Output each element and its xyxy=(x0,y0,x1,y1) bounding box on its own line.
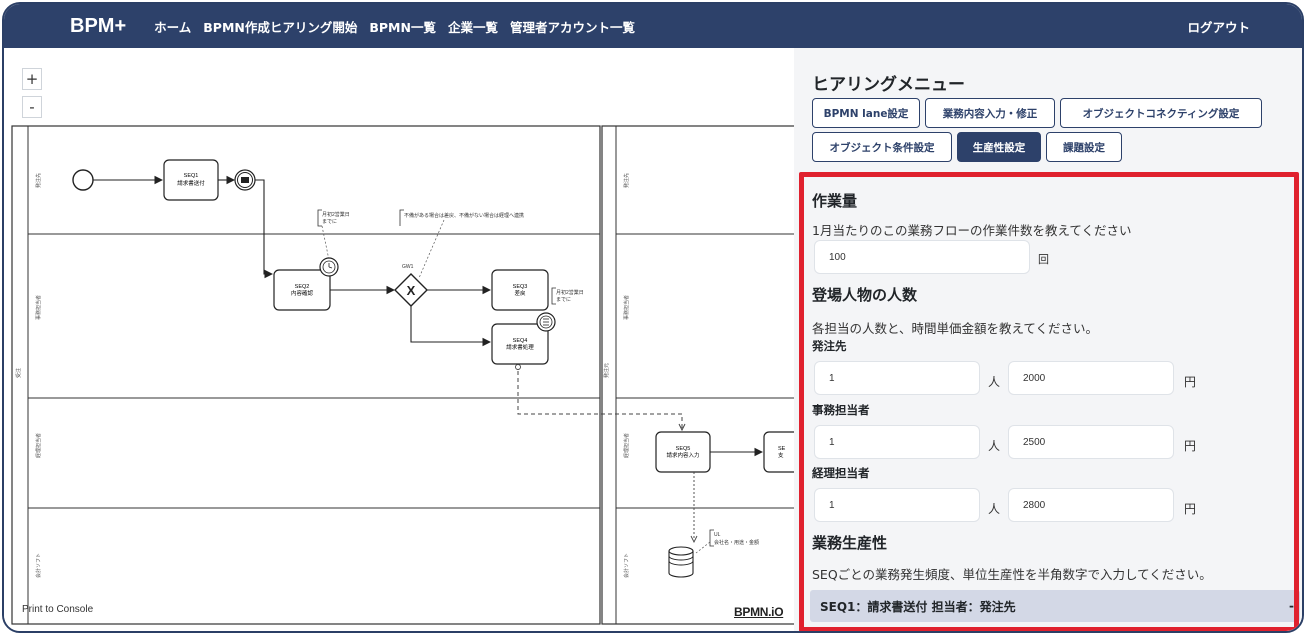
svg-text:月初2営業日: 月初2営業日 xyxy=(322,211,350,218)
collapse-icon[interactable]: - xyxy=(1289,599,1294,613)
svg-text:SEQ5: SEQ5 xyxy=(676,446,691,452)
svg-text:GW1: GW1 xyxy=(402,264,414,270)
productivity-heading: 業務生産性 xyxy=(812,534,888,552)
role-label-office: 事務担当者 xyxy=(812,403,870,417)
svg-text:SE: SE xyxy=(778,446,786,452)
accounting-count-input[interactable]: 1 xyxy=(814,488,980,522)
data-store xyxy=(668,546,694,578)
bpmn-diagram: 受注 発注先 事務担当者 経理担当者 会計ソフト 発注元 発注先 事務担当者 経… xyxy=(11,125,794,625)
bpmn-io-watermark[interactable]: BPMN.iO xyxy=(734,605,784,619)
client-rate-unit: 円 xyxy=(1184,375,1197,389)
lane-label-2: 事務担当者 xyxy=(35,295,42,320)
print-console-link[interactable]: Print to Console xyxy=(22,604,93,615)
task-seq4 xyxy=(491,323,549,365)
btn-object-connecting[interactable]: オブジェクトコネクティング設定 xyxy=(1060,98,1262,128)
lane2-label-4: 会計ソフト xyxy=(623,553,630,578)
app-window: BPM+ ホーム BPMN作成ヒアリング開始 BPMN一覧 企業一覧 管理者アカ… xyxy=(2,2,1304,633)
svg-text:UL: UL xyxy=(714,532,721,538)
pool-left xyxy=(11,125,601,625)
productivity-description: SEQごとの業務発生頻度、単位生産性を半角数字で入力してください。 xyxy=(812,567,1212,582)
nav-home[interactable]: ホーム xyxy=(154,17,191,36)
svg-text:SEQ3: SEQ3 xyxy=(513,284,528,290)
menu-title: ヒアリングメニュー xyxy=(812,75,965,95)
svg-text:SEQ4: SEQ4 xyxy=(513,338,528,344)
task-seq3 xyxy=(491,269,549,311)
nav-bpmn-list[interactable]: BPMN一覧 xyxy=(369,17,436,36)
svg-text:請求書送付: 請求書送付 xyxy=(177,179,205,187)
svg-text:会社名・用途・金額: 会社名・用途・金額 xyxy=(714,539,759,546)
svg-text:内容確認: 内容確認 xyxy=(291,289,314,297)
svg-text:支: 支 xyxy=(778,451,784,459)
task-seq2 xyxy=(273,269,331,311)
svg-text:月初2営業日: 月初2営業日 xyxy=(556,289,584,296)
seq1-title: SEQ1：請求書送付 担当者：発注先 xyxy=(820,599,1016,614)
office-rate-unit: 円 xyxy=(1184,439,1197,453)
role-label-accounting: 経理担当者 xyxy=(812,466,870,480)
pool-right xyxy=(601,125,794,625)
top-navbar: BPM+ ホーム BPMN作成ヒアリング開始 BPMN一覧 企業一覧 管理者アカ… xyxy=(4,4,1302,48)
volume-heading: 作業量 xyxy=(812,192,858,210)
volume-unit: 回 xyxy=(1038,253,1049,266)
lane2-label-1: 発注先 xyxy=(623,173,630,188)
brand-logo[interactable]: BPM+ xyxy=(70,15,126,38)
svg-text:不備がある場合は差戻、不備がない場合は経理へ連携: 不備がある場合は差戻、不備がない場合は経理へ連携 xyxy=(404,212,524,219)
svg-text:X: X xyxy=(407,283,416,298)
btn-issue[interactable]: 課題設定 xyxy=(1046,132,1122,162)
office-rate-input[interactable]: 2500 xyxy=(1008,425,1174,459)
btn-bpmn-lane[interactable]: BPMN lane設定 xyxy=(812,98,920,128)
role-label-client: 発注先 xyxy=(812,339,847,353)
client-count-input[interactable]: 1 xyxy=(814,361,980,395)
volume-input[interactable]: 100 xyxy=(814,240,1030,274)
zoom-out-button[interactable]: - xyxy=(22,96,42,118)
task-seq1 xyxy=(163,159,219,201)
nav-admin-list[interactable]: 管理者アカウント一覧 xyxy=(510,17,635,36)
logout-link[interactable]: ログアウト xyxy=(1187,17,1250,36)
office-count-unit: 人 xyxy=(988,439,1001,453)
svg-text:SEQ2: SEQ2 xyxy=(295,284,310,290)
volume-description: 1月当たりのこの業務フローの作業件数を教えてください xyxy=(812,223,1132,238)
client-rate-input[interactable]: 2000 xyxy=(1008,361,1174,395)
btn-task-input[interactable]: 業務内容入力・修正 xyxy=(925,98,1055,128)
pool-label: 受注 xyxy=(15,368,22,378)
lane-label-1: 発注先 xyxy=(35,173,42,188)
task-seq6 xyxy=(763,431,794,473)
svg-text:までに: までに xyxy=(322,219,337,225)
svg-text:SEQ1: SEQ1 xyxy=(184,173,199,179)
zoom-in-button[interactable]: + xyxy=(22,68,42,90)
hearing-panel: ヒアリングメニュー BPMN lane設定 業務内容入力・修正 オブジェクトコネ… xyxy=(794,48,1302,631)
start-event xyxy=(72,169,94,191)
people-heading: 登場人物の人数 xyxy=(812,286,918,304)
bpmn-canvas[interactable]: 受注 発注先 事務担当者 経理担当者 会計ソフト 発注元 発注先 事務担当者 経… xyxy=(4,48,794,631)
btn-object-condition[interactable]: オブジェクト条件設定 xyxy=(812,132,952,162)
svg-text:請求書処理: 請求書処理 xyxy=(506,343,534,351)
office-count-input[interactable]: 1 xyxy=(814,425,980,459)
accounting-count-unit: 人 xyxy=(988,502,1001,516)
lane2-label-3: 経理担当者 xyxy=(623,433,630,458)
pool2-label: 発注元 xyxy=(603,363,610,378)
svg-text:までに: までに xyxy=(556,297,571,303)
nav-start-hearing[interactable]: BPMN作成ヒアリング開始 xyxy=(203,17,357,36)
nav-company-list[interactable]: 企業一覧 xyxy=(448,17,498,36)
lane-label-3: 経理担当者 xyxy=(35,433,42,458)
lane-label-4: 会計ソフト xyxy=(35,553,42,578)
accounting-rate-unit: 円 xyxy=(1184,502,1197,516)
client-count-unit: 人 xyxy=(988,375,1001,389)
task-seq5 xyxy=(655,431,711,473)
svg-text:請求内容入力: 請求内容入力 xyxy=(666,451,699,459)
btn-productivity[interactable]: 生産性設定 xyxy=(957,132,1041,162)
lane2-label-2: 事務担当者 xyxy=(623,295,630,320)
svg-text:差戻: 差戻 xyxy=(514,289,526,297)
accounting-rate-input[interactable]: 2800 xyxy=(1008,488,1174,522)
seq1-accordion-header[interactable]: SEQ1：請求書送付 担当者：発注先 - xyxy=(810,590,1300,622)
people-description: 各担当の人数と、時間単価金額を教えてください。 xyxy=(812,321,1099,336)
